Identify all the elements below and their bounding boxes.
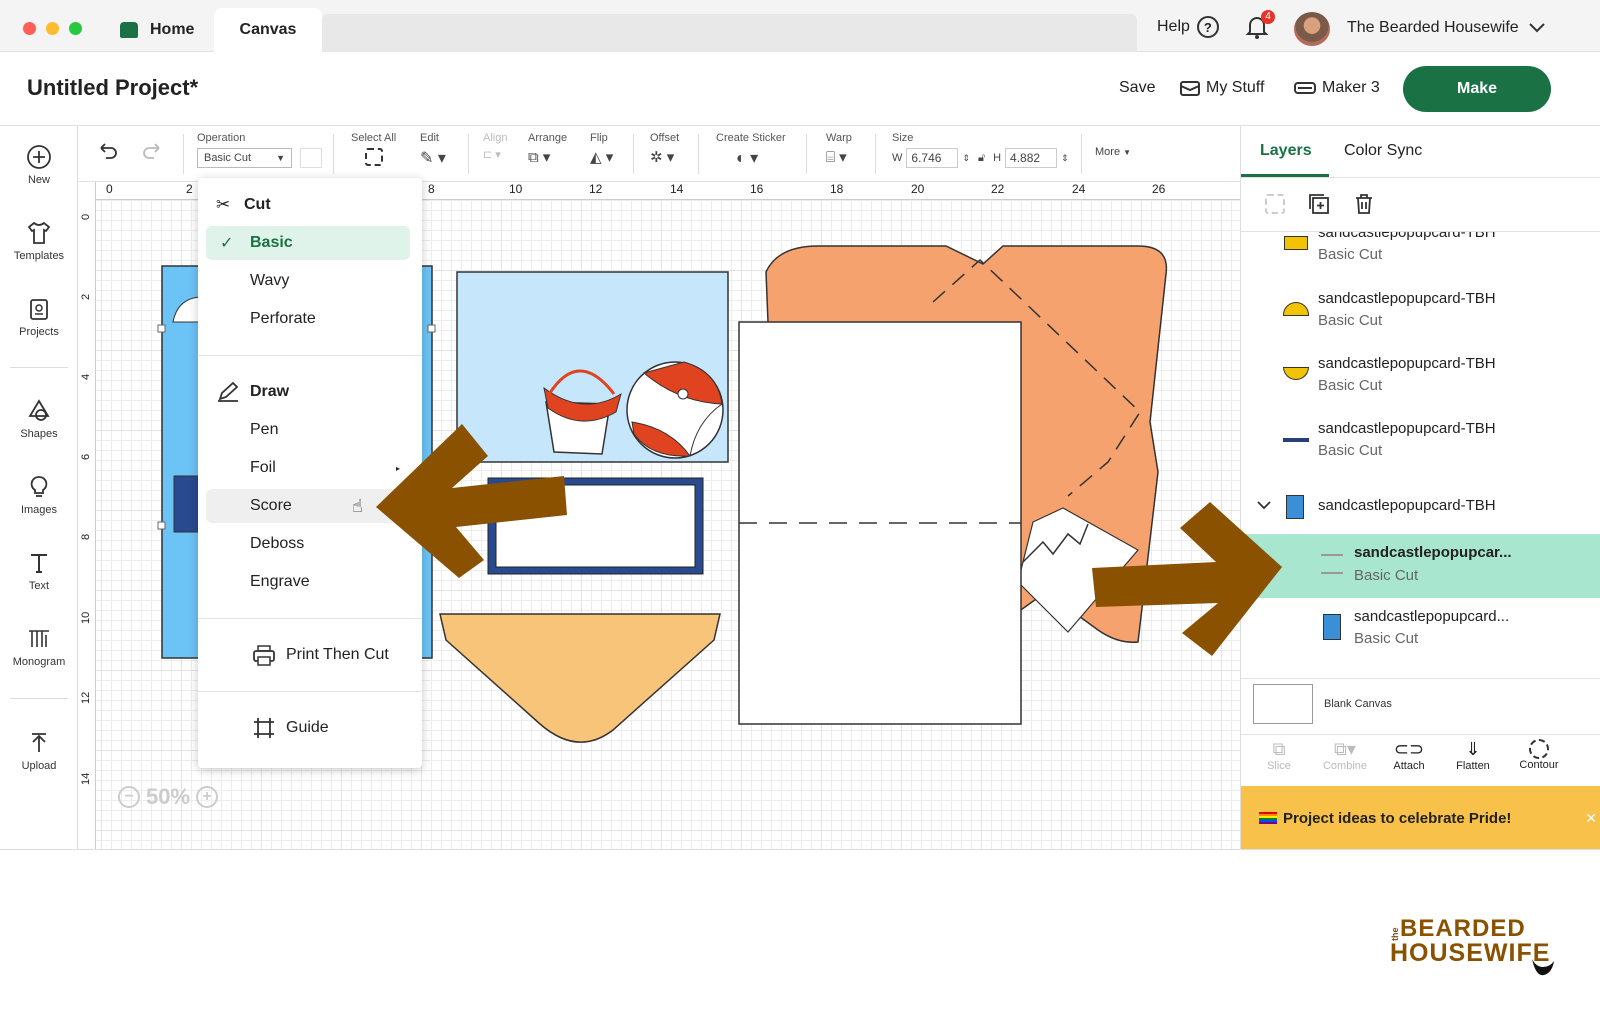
arrow-right-icon — [1092, 502, 1282, 656]
bearded-housewife-logo: the BEARDED HOUSEWIFE — [1390, 915, 1565, 985]
annotation-arrows — [376, 424, 1282, 656]
arrow-left-icon — [376, 424, 567, 578]
cricut-design-space-window: Home Canvas Help ? 4 The Bearded Housewi… — [0, 0, 1600, 850]
beard-icon — [1532, 959, 1554, 976]
